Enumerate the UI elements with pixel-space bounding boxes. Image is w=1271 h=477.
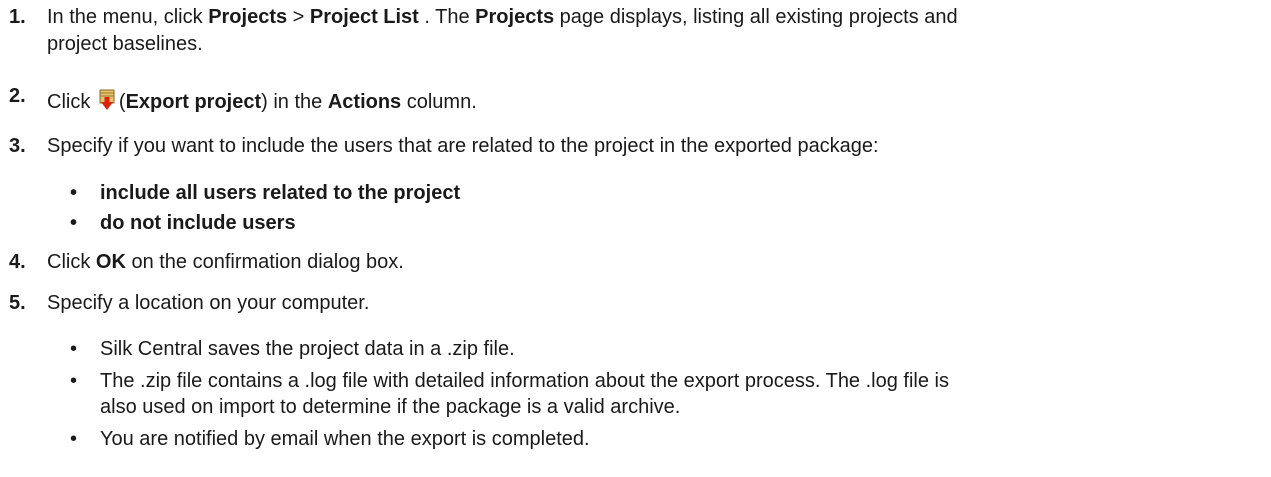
- bullet-icon: •: [70, 212, 78, 234]
- step-text-fragment: Click: [47, 251, 96, 273]
- step-number: 5.: [9, 292, 26, 314]
- note-text: also used on import to determine if the …: [100, 396, 681, 418]
- step-number: 3.: [9, 135, 26, 157]
- list-item: • include all users related to the proje…: [70, 180, 1260, 210]
- list-item: • do not include users: [70, 210, 1260, 240]
- step-text-fragment: . The: [418, 6, 476, 28]
- step-text-fragment: Click: [47, 91, 96, 113]
- step-text-fragment: page displays, listing all existing proj…: [554, 6, 958, 28]
- user-options-list: • include all users related to the proje…: [70, 180, 1260, 240]
- step-text-fragment: >: [287, 6, 310, 28]
- list-item: • Silk Central saves the project data in…: [70, 336, 1260, 368]
- list-item-continuation: also used on import to determine if the …: [70, 394, 1260, 426]
- note-text: You are notified by email when the expor…: [100, 428, 590, 450]
- step-text: Specify if you want to include the users…: [47, 135, 879, 157]
- list-item: • The .zip file contains a .log file wit…: [70, 368, 1260, 394]
- export-notes-list: • Silk Central saves the project data in…: [70, 336, 1260, 456]
- step-text: Specify a location on your computer.: [47, 292, 370, 314]
- option-do-not-include-users: do not include users: [100, 212, 296, 234]
- step-text-fragment: column.: [401, 91, 477, 113]
- note-text: The .zip file contains a .log file with …: [100, 370, 949, 392]
- button-label-ok: OK: [95, 251, 126, 273]
- step-number: 2.: [9, 85, 26, 107]
- step-text-fragment: In the menu, click: [47, 6, 209, 28]
- bullet-icon: •: [70, 428, 78, 450]
- action-label-export-project: Export project: [125, 91, 262, 113]
- step-number: 1.: [9, 6, 26, 28]
- column-label-actions: Actions: [327, 91, 402, 113]
- note-text: Silk Central saves the project data in a…: [100, 338, 515, 360]
- step-text-fragment: (: [118, 91, 126, 113]
- step-text: In the menu, click Projects > Project Li…: [47, 4, 1257, 58]
- list-item: • You are notified by email when the exp…: [70, 426, 1260, 456]
- menu-label-project-list: Project List: [309, 6, 419, 28]
- step-number: 4.: [9, 251, 26, 273]
- option-include-all-users: include all users related to the project: [100, 182, 461, 204]
- step-text-fragment: project baselines.: [47, 33, 203, 55]
- export-project-icon: [98, 89, 116, 119]
- page-label-projects: Projects: [475, 6, 555, 28]
- step-text: Click OK on the confirmation dialog box.: [47, 249, 1257, 276]
- menu-label-projects: Projects: [208, 6, 288, 28]
- bullet-icon: •: [70, 370, 78, 392]
- step-text: Click (Export project) in the Actions co…: [47, 89, 1257, 119]
- step-text-fragment: on the confirmation dialog box.: [125, 251, 404, 273]
- bullet-icon: •: [70, 182, 78, 204]
- bullet-icon: •: [70, 338, 78, 360]
- step-text-fragment: ) in the: [261, 91, 328, 113]
